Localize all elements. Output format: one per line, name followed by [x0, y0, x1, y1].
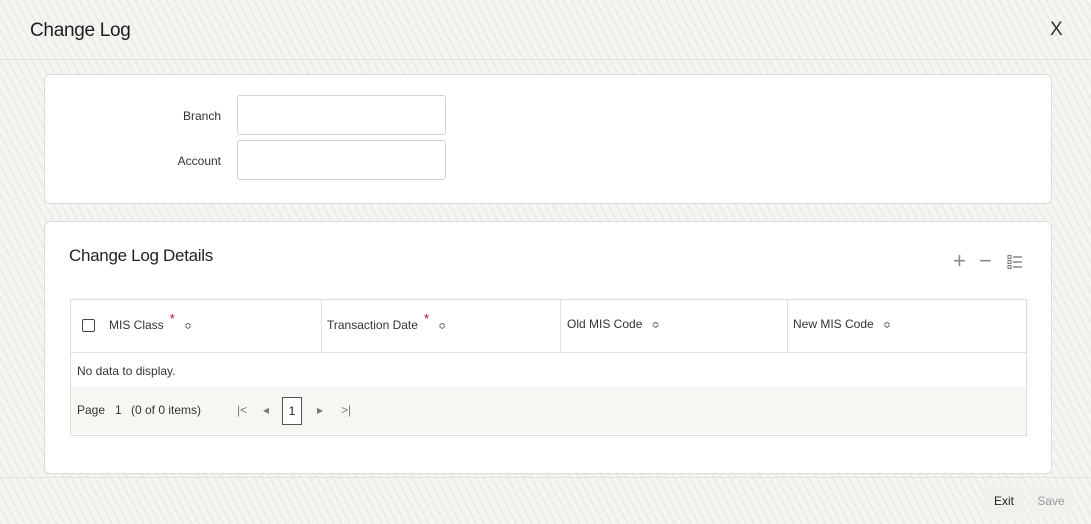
sort-icon[interactable]: ≎ — [883, 320, 891, 331]
sort-icon[interactable]: ≎ — [438, 321, 446, 332]
list-view-icon[interactable] — [1007, 254, 1023, 275]
select-all-checkbox[interactable] — [82, 319, 95, 332]
pagination-bar: Page 1 (0 of 0 items) |< ◂ 1 ▸ >| — [71, 387, 1026, 434]
dialog-title: Change Log — [30, 20, 131, 41]
column-mis-class[interactable]: MIS Class * ≎ — [71, 300, 322, 352]
required-marker: * — [169, 311, 175, 326]
header-panel: Branch Account — [44, 74, 1052, 204]
details-panel: Change Log Details + − MIS Class * ≎ Trans… — [44, 221, 1052, 474]
empty-message: No data to display. — [77, 364, 176, 378]
column-new-mis-code[interactable]: New MIS Code ≎ — [787, 300, 1026, 352]
column-old-mis-code[interactable]: Old MIS Code ≎ — [560, 300, 788, 352]
header-divider — [0, 59, 1091, 60]
branch-input[interactable] — [237, 95, 446, 135]
first-page-icon[interactable]: |< — [237, 403, 247, 417]
sort-icon[interactable]: ≎ — [651, 320, 659, 331]
next-page-icon[interactable]: ▸ — [317, 403, 323, 417]
grid-header: MIS Class * ≎ Transaction Date * ≎ Old MIS C… — [71, 300, 1026, 353]
column-label: MIS Class — [109, 318, 164, 332]
page-label: Page — [77, 403, 106, 417]
column-label: Old MIS Code — [567, 317, 643, 331]
change-log-grid: MIS Class * ≎ Transaction Date * ≎ Old MIS C… — [70, 299, 1027, 436]
footer-divider — [0, 477, 1091, 478]
prev-page-icon[interactable]: ◂ — [263, 403, 269, 417]
remove-row-icon[interactable]: − — [979, 250, 992, 272]
account-label: Account — [177, 154, 221, 168]
last-page-icon[interactable]: >| — [341, 403, 351, 417]
items-count: (0 of 0 items) — [131, 403, 202, 417]
add-row-icon[interactable]: + — [953, 250, 966, 272]
section-title: Change Log Details — [69, 246, 213, 265]
branch-label: Branch — [182, 109, 221, 123]
column-label: New MIS Code — [793, 317, 874, 331]
save-button[interactable]: Save — [1029, 485, 1073, 517]
sort-icon[interactable]: ≎ — [184, 321, 192, 332]
required-marker: * — [423, 311, 429, 326]
current-page-button[interactable]: 1 — [282, 397, 302, 425]
page-number-input[interactable]: 1 — [115, 403, 122, 417]
exit-button[interactable]: Exit — [984, 485, 1024, 517]
close-icon[interactable]: X — [1050, 19, 1063, 41]
account-input[interactable] — [237, 140, 446, 180]
column-transaction-date[interactable]: Transaction Date * ≎ — [321, 300, 561, 352]
column-label: Transaction Date — [327, 318, 418, 332]
